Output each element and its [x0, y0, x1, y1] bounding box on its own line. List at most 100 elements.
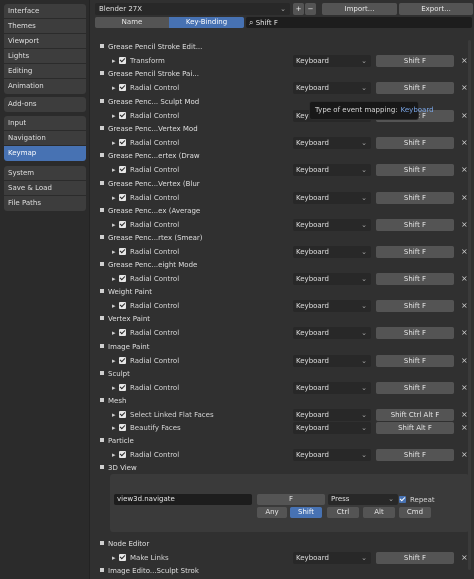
x-icon[interactable]: × [461, 246, 468, 258]
sidebar-item-editing[interactable]: Editing [4, 64, 86, 79]
x-icon[interactable]: × [461, 300, 468, 312]
keymap-category[interactable]: Grease Penc... Sculpt Mod [100, 96, 199, 108]
keymap-category[interactable]: Image Edito...Sculpt Strok [100, 565, 199, 577]
event-type-dropdown[interactable]: Keyboard ⌄ [293, 273, 371, 285]
keymap-category[interactable]: Grease Penc...rtex (Smear) [100, 232, 203, 244]
keymap-item[interactable]: ▸ Radial Control [112, 219, 292, 231]
modifier-cmd-button[interactable]: Cmd [399, 507, 431, 518]
triangle-right-icon[interactable]: ▸ [112, 327, 119, 339]
triangle-right-icon[interactable]: ▸ [112, 164, 119, 176]
event-value-dropdown[interactable]: Press ⌄ [328, 494, 398, 505]
keymap-category[interactable]: Grease Pencil Stroke Pai... [100, 68, 199, 80]
x-icon[interactable]: × [461, 192, 468, 204]
shortcut-button[interactable]: Shift F [376, 219, 454, 231]
remove-preset-button[interactable]: − [305, 3, 316, 15]
event-type-dropdown[interactable]: Keyboard ⌄ [293, 449, 371, 461]
triangle-right-icon[interactable]: ▸ [112, 355, 119, 367]
keymap-item[interactable]: ▸ Select Linked Flat Faces [112, 409, 292, 421]
keymap-item-checkbox[interactable] [119, 248, 126, 255]
keymap-item[interactable]: ▸ Radial Control [112, 82, 292, 94]
shortcut-button[interactable]: Shift F [376, 449, 454, 461]
triangle-right-icon[interactable]: ▸ [112, 55, 119, 67]
keymap-category[interactable]: Grease Pencil Stroke Edit... [100, 41, 202, 53]
sidebar-item-system[interactable]: System [4, 166, 86, 181]
triangle-right-icon[interactable]: ▸ [112, 246, 119, 258]
x-icon[interactable]: × [461, 137, 468, 149]
x-icon[interactable]: × [461, 82, 468, 94]
sidebar-item-add-ons[interactable]: Add-ons [4, 97, 86, 112]
scrollbar[interactable] [468, 40, 471, 570]
shortcut-button[interactable]: Shift F [376, 164, 454, 176]
keymap-category[interactable]: Weight Paint [100, 286, 152, 298]
keymap-category[interactable]: Vertex Paint [100, 313, 150, 325]
event-key-button[interactable]: F [257, 494, 325, 505]
sidebar-item-animation[interactable]: Animation [4, 79, 86, 94]
triangle-right-icon[interactable]: ▸ [112, 422, 119, 434]
repeat-checkbox[interactable] [399, 496, 406, 503]
event-type-dropdown[interactable]: Keyboard ⌄ [293, 246, 371, 258]
tab-name[interactable]: Name [95, 17, 169, 28]
keymap-item-checkbox[interactable] [119, 384, 126, 391]
add-preset-button[interactable]: + [293, 3, 304, 15]
keymap-item-checkbox[interactable] [119, 275, 126, 282]
x-icon[interactable]: × [461, 382, 468, 394]
x-icon[interactable]: × [461, 355, 468, 367]
event-type-dropdown[interactable]: Keyboard ⌄ [293, 355, 371, 367]
keymap-item[interactable]: ▸ Radial Control [112, 110, 292, 122]
shortcut-button[interactable]: Shift Ctrl Alt F [376, 409, 454, 421]
keymap-item-checkbox[interactable] [119, 424, 126, 431]
x-icon[interactable]: × [461, 552, 468, 564]
keymap-category[interactable]: Sculpt [100, 368, 130, 380]
keymap-category[interactable]: Grease Penc...eight Mode [100, 259, 197, 271]
keymap-item-checkbox[interactable] [119, 57, 126, 64]
keymap-category[interactable]: Node Editor [100, 538, 149, 550]
keymap-item[interactable]: ▸ Transform [112, 55, 292, 67]
event-type-dropdown[interactable]: Keyboard ⌄ [293, 552, 371, 564]
sidebar-item-themes[interactable]: Themes [4, 19, 86, 34]
triangle-right-icon[interactable]: ▸ [112, 82, 119, 94]
triangle-right-icon[interactable]: ▸ [112, 273, 119, 285]
keymap-item[interactable]: ▸ Beautify Faces [112, 422, 292, 434]
sidebar-item-lights[interactable]: Lights [4, 49, 86, 64]
sidebar-item-navigation[interactable]: Navigation [4, 131, 86, 146]
event-type-dropdown[interactable]: Keyboard ⌄ [293, 82, 371, 94]
tab-key-binding[interactable]: Key-Binding [169, 17, 244, 28]
keymap-item-checkbox[interactable] [119, 194, 126, 201]
triangle-right-icon[interactable]: ▸ [112, 219, 119, 231]
sidebar-item-save-load[interactable]: Save & Load [4, 181, 86, 196]
keymap-category[interactable]: Particle [100, 435, 134, 447]
event-type-dropdown[interactable]: Keyboard ⌄ [293, 219, 371, 231]
triangle-right-icon[interactable]: ▸ [112, 137, 119, 149]
keymap-item[interactable]: ▸ Radial Control [112, 246, 292, 258]
keymap-item[interactable]: ▸ Radial Control [112, 449, 292, 461]
event-type-dropdown[interactable]: Keyboard ⌄ [293, 55, 371, 67]
event-type-dropdown[interactable]: Keyboard ⌄ [293, 137, 371, 149]
shortcut-button[interactable]: Shift F [376, 552, 454, 564]
keymap-item[interactable]: ▸ Radial Control [112, 192, 292, 204]
shortcut-button[interactable]: Shift F [376, 355, 454, 367]
shortcut-button[interactable]: Shift F [376, 327, 454, 339]
keymap-item-checkbox[interactable] [119, 139, 126, 146]
keymap-item[interactable]: ▸ Radial Control [112, 164, 292, 176]
x-icon[interactable]: × [461, 219, 468, 231]
keymap-item-checkbox[interactable] [119, 166, 126, 173]
x-icon[interactable]: × [461, 273, 468, 285]
x-icon[interactable]: × [461, 327, 468, 339]
modifier-alt-button[interactable]: Alt [363, 507, 395, 518]
keymap-item-checkbox[interactable] [119, 357, 126, 364]
keymap-category[interactable]: Grease Penc...ex (Average [100, 205, 200, 217]
keymap-item-checkbox[interactable] [119, 302, 126, 309]
x-icon[interactable]: × [461, 422, 468, 434]
search-input[interactable]: ⌕ Shift F [246, 17, 472, 28]
sidebar-item-file-paths[interactable]: File Paths [4, 196, 86, 211]
keymap-category[interactable]: Image Paint [100, 341, 149, 353]
x-icon[interactable]: × [461, 55, 468, 67]
keymap-item[interactable]: ▸ Radial Control [112, 137, 292, 149]
event-type-dropdown[interactable]: Keyboard ⌄ [293, 382, 371, 394]
keymap-item[interactable]: ▸ Make Links [112, 552, 292, 564]
shortcut-button[interactable]: Shift F [376, 382, 454, 394]
triangle-right-icon[interactable]: ▸ [112, 110, 119, 122]
x-icon[interactable]: × [461, 110, 468, 122]
keymap-item-checkbox[interactable] [119, 554, 126, 561]
event-type-dropdown[interactable]: Keyboard ⌄ [293, 422, 371, 434]
